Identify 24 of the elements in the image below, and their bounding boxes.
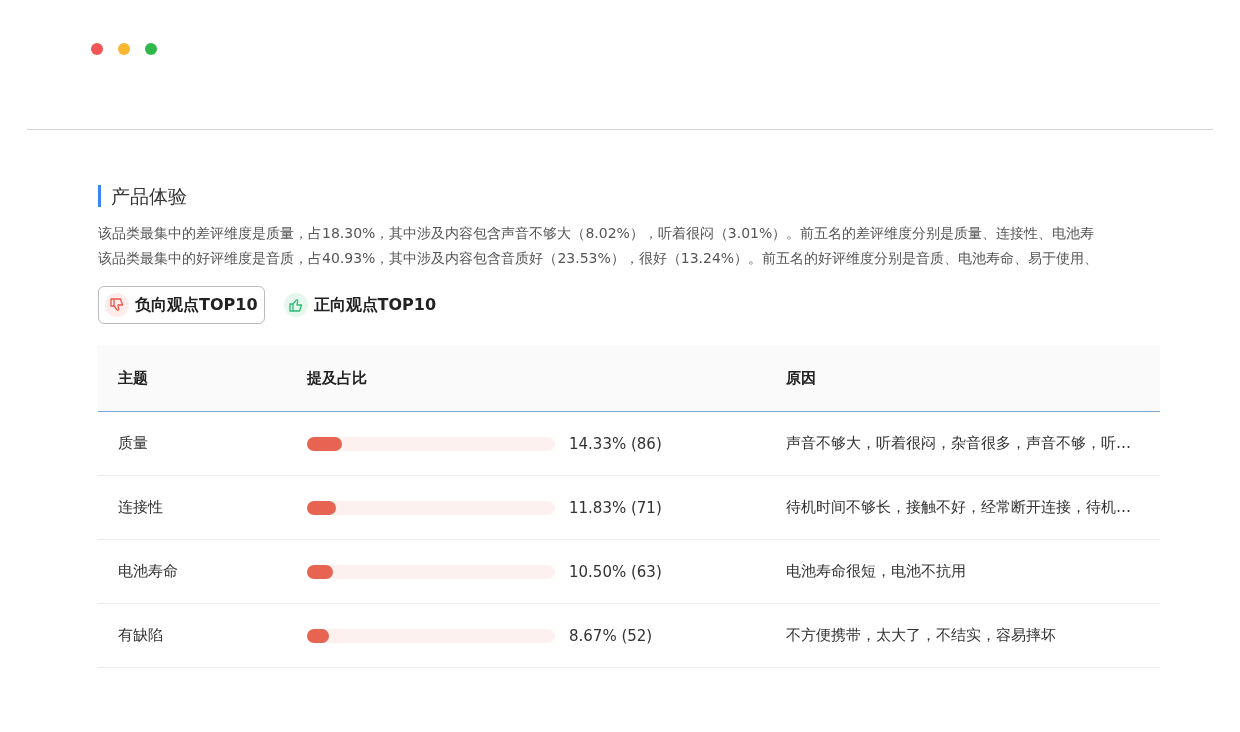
percentage-text: 14.33% (86) [569, 434, 662, 453]
table-cell-text: 待机时间不够长，接触不好，经常断开连接，待机… [785, 498, 1132, 517]
window-maximize-dot[interactable] [145, 42, 157, 55]
thumbs-down-icon [105, 293, 129, 317]
summary-line: 该品类最集中的好评维度是音质，占40.93%，其中涉及内容包含音质好（23.53%），很好（13.24%）。前五名的好评维度分别是音质、电池寿命、易于使用、 [98, 249, 1100, 268]
table-cell-text: 质量 [117, 434, 149, 453]
column-header: 主题 [117, 368, 149, 388]
table-cell-text: 声音不够大，听着很闷，杂音很多，声音不够，听… [785, 434, 1132, 453]
table-cell-text: 有缺陷 [117, 626, 164, 645]
table-cell-text: 电池寿命 [117, 562, 179, 581]
summary-line: 该品类最集中的差评维度是质量，占18.30%，其中涉及内容包含声音不够大（8.02%），听着很闷（3.01%）。前五名的差评维度分别是质量、连接性、电池寿 [98, 224, 1096, 243]
window-minimize-dot[interactable] [118, 42, 130, 55]
percentage-text: 11.83% (71) [569, 498, 662, 517]
window-close-dot[interactable] [91, 42, 103, 55]
column-header: 原因 [785, 368, 817, 388]
thumbs-up-icon [283, 293, 308, 317]
percentage-text: 10.50% (63) [569, 562, 662, 581]
section-title: 产品体验 [98, 185, 1160, 207]
tab[interactable]: 负向观点TOP10 [98, 286, 265, 324]
column-header: 提及占比 [306, 368, 368, 388]
table-cell-text: 不方便携带，太大了，不结实，容易摔坏 [785, 626, 1057, 645]
percentage-text: 8.67% (52) [569, 626, 653, 645]
table-cell-text: 连接性 [117, 498, 164, 517]
table-cell-text: 电池寿命很短，电池不抗用 [785, 562, 967, 581]
